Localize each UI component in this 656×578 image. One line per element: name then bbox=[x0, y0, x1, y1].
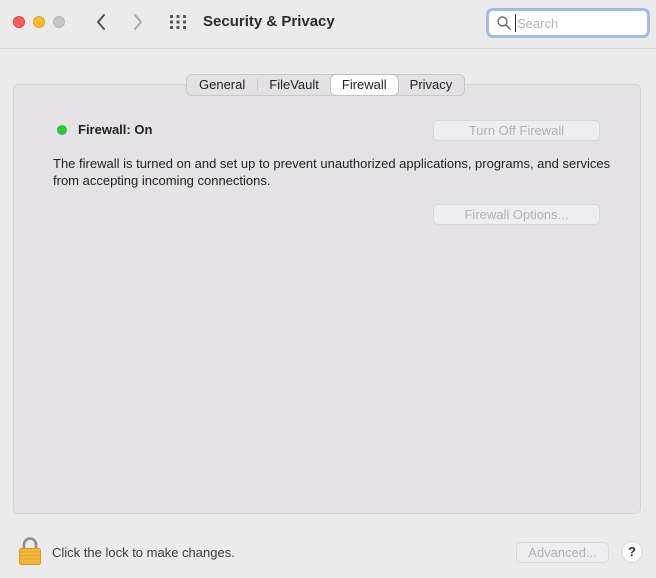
zoom-window-button[interactable] bbox=[53, 16, 65, 28]
firewall-pane bbox=[13, 84, 641, 514]
chevron-left-icon bbox=[97, 14, 105, 30]
search-icon bbox=[497, 16, 511, 30]
back-button[interactable] bbox=[90, 11, 112, 33]
tab-privacy[interactable]: Privacy bbox=[398, 75, 465, 95]
search-input[interactable] bbox=[515, 14, 640, 32]
title-bar: Security & Privacy bbox=[0, 0, 656, 48]
tab-firewall[interactable]: Firewall bbox=[330, 75, 398, 95]
firewall-status-indicator bbox=[57, 125, 67, 135]
minimize-window-button[interactable] bbox=[33, 16, 45, 28]
search-field[interactable] bbox=[486, 8, 650, 38]
toolbar-divider bbox=[0, 48, 656, 49]
window-title: Security & Privacy bbox=[203, 13, 335, 30]
firewall-status-label: Firewall: On bbox=[78, 122, 153, 137]
turn-off-firewall-button[interactable]: Turn Off Firewall bbox=[433, 120, 600, 141]
firewall-description: The firewall is turned on and set up to … bbox=[53, 156, 611, 188]
advanced-button[interactable]: Advanced... bbox=[516, 542, 609, 563]
tab-general[interactable]: General bbox=[187, 75, 257, 95]
tab-filevault[interactable]: FileVault bbox=[257, 75, 331, 95]
forward-button[interactable] bbox=[127, 11, 149, 33]
lock-instruction: Click the lock to make changes. bbox=[52, 545, 235, 560]
grid-icon bbox=[170, 15, 186, 29]
help-button[interactable]: ? bbox=[621, 541, 643, 563]
close-window-button[interactable] bbox=[13, 16, 25, 28]
lock-icon[interactable] bbox=[17, 536, 43, 566]
show-all-button[interactable] bbox=[168, 13, 190, 33]
chevron-right-icon bbox=[134, 14, 142, 30]
firewall-options-button[interactable]: Firewall Options... bbox=[433, 204, 600, 225]
tab-bar: General FileVault Firewall Privacy bbox=[186, 74, 466, 96]
